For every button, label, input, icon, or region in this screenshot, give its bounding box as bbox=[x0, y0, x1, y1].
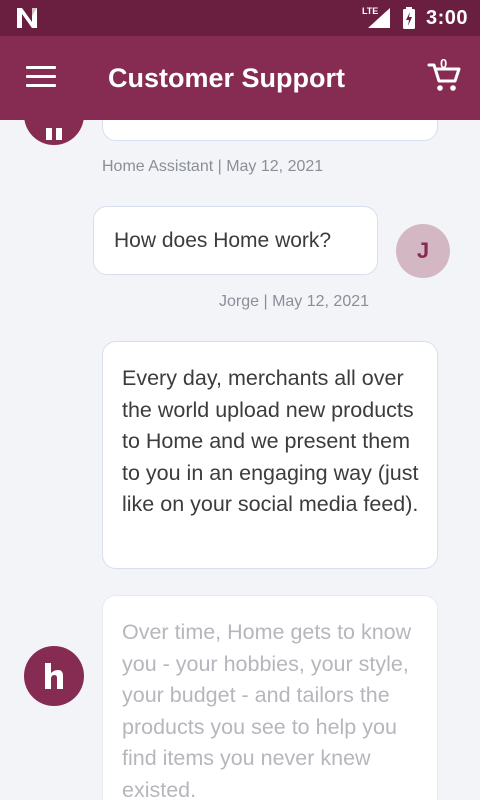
message-meta: Home Assistant | May 12, 2021 bbox=[102, 158, 324, 175]
signal-icon: LTE bbox=[362, 6, 392, 30]
message-bubble-assistant bbox=[102, 120, 438, 141]
user-avatar: J bbox=[396, 224, 450, 278]
message-bubble-user: How does Home work? bbox=[93, 206, 378, 275]
message-meta: Jorge | May 12, 2021 bbox=[219, 293, 370, 310]
page-title: Customer Support bbox=[108, 63, 346, 93]
menu-button[interactable] bbox=[26, 66, 58, 90]
clock: 3:00 bbox=[425, 6, 468, 29]
chat-list[interactable]: Home Assistant | May 12, 2021 How does H… bbox=[0, 120, 480, 800]
home-assistant-avatar bbox=[24, 646, 84, 706]
notification-n-icon bbox=[14, 6, 40, 30]
cart-count-badge: 0 bbox=[440, 56, 448, 71]
home-assistant-avatar bbox=[24, 120, 84, 145]
message-text: How does Home work? bbox=[114, 229, 332, 252]
message-bubble-assistant: Over time, Home gets to know you - your … bbox=[102, 595, 438, 800]
battery-charging-icon bbox=[402, 6, 416, 30]
message-text: Over time, Home gets to know you - your … bbox=[122, 620, 412, 800]
app-bar: Customer Support 0 bbox=[0, 36, 480, 120]
message-bubble-assistant: Every day, merchants all over the world … bbox=[102, 341, 438, 569]
status-bar: LTE 3:00 bbox=[0, 0, 480, 36]
avatar-letter: J bbox=[416, 238, 430, 263]
home-logo-icon bbox=[45, 663, 63, 689]
message-text: Every day, merchants all over the world … bbox=[122, 366, 419, 516]
home-logo-icon bbox=[46, 128, 62, 140]
